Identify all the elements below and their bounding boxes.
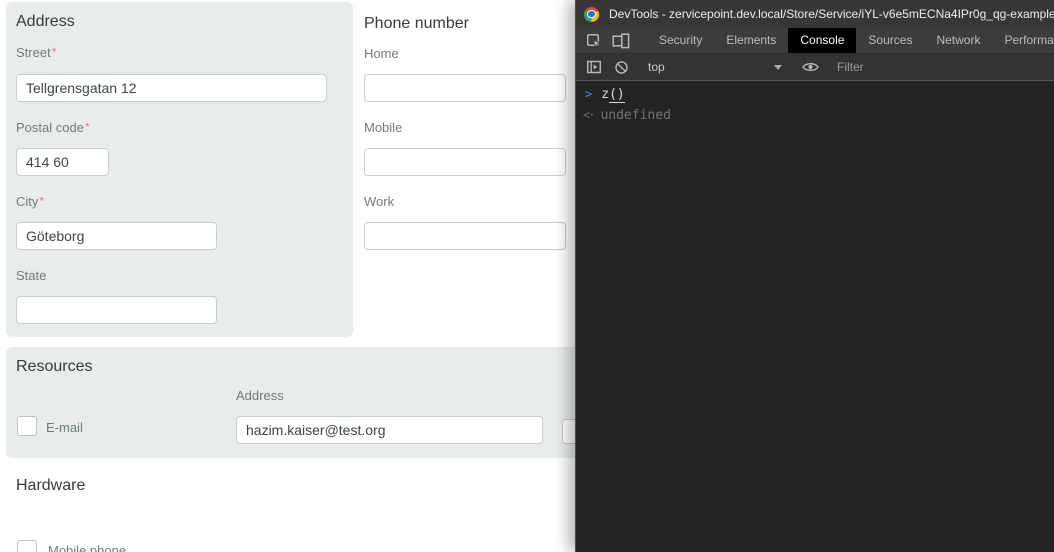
tab-network[interactable]: Network: [924, 28, 992, 53]
resources-section: Resources Address E-mail: [6, 347, 666, 458]
devtools-window: DevTools - zervicepoint.dev.local/Store/…: [575, 0, 1054, 552]
console-typed-expression[interactable]: z(): [601, 87, 624, 102]
eye-icon[interactable]: [802, 61, 819, 73]
street-label: Street*: [16, 45, 56, 60]
devtools-window-title: DevTools - zervicepoint.dev.local/Store/…: [609, 7, 1054, 21]
work-phone-label: Work: [364, 194, 394, 209]
address-section-title: Address: [16, 13, 75, 31]
clear-console-icon[interactable]: [614, 60, 629, 75]
resources-section-title: Resources: [16, 358, 92, 376]
mobile-phone-checkbox[interactable]: [17, 540, 37, 552]
home-phone-input[interactable]: [364, 74, 566, 102]
postal-code-input[interactable]: [16, 148, 109, 176]
tab-security[interactable]: Security: [647, 28, 714, 53]
resources-address-column-label: Address: [236, 388, 284, 403]
tab-performance[interactable]: Performance: [992, 28, 1054, 53]
required-asterisk: *: [52, 45, 57, 59]
phone-number-section: Phone number Home Mobile Work: [364, 0, 566, 340]
street-input[interactable]: [16, 74, 327, 102]
javascript-context-select[interactable]: top: [648, 60, 782, 74]
device-toolbar-icon[interactable]: [612, 33, 630, 49]
state-input[interactable]: [16, 296, 217, 324]
return-value-icon: <·: [583, 108, 593, 122]
console-toolbar: top: [576, 54, 1054, 81]
console-filter-input[interactable]: [837, 60, 957, 74]
tab-sources[interactable]: Sources: [856, 28, 924, 53]
tab-elements[interactable]: Elements: [714, 28, 788, 53]
tab-console[interactable]: Console: [788, 28, 856, 53]
work-phone-input[interactable]: [364, 222, 566, 250]
city-label: City*: [16, 194, 44, 209]
mobile-phone-label: Mobile: [364, 120, 402, 135]
city-input[interactable]: [16, 222, 217, 250]
devtools-titlebar[interactable]: DevTools - zervicepoint.dev.local/Store/…: [576, 0, 1054, 28]
email-address-input[interactable]: [236, 416, 543, 444]
address-section: Address Street* Postal code* City* State: [6, 2, 353, 337]
console-output: > z() <· undefined: [576, 81, 1054, 126]
required-asterisk: *: [85, 120, 90, 134]
console-result-row: <· undefined: [576, 105, 1054, 126]
state-label: State: [16, 268, 46, 283]
email-checkbox-label: E-mail: [46, 420, 83, 435]
mobile-phone-checkbox-label: Mobile phone: [48, 543, 126, 552]
phone-section-title: Phone number: [364, 15, 469, 33]
screen: Address Street* Postal code* City* State…: [0, 0, 1054, 552]
context-value: top: [648, 60, 665, 74]
inspect-icon[interactable]: [586, 33, 602, 49]
console-result-value: undefined: [600, 108, 670, 123]
console-input-row[interactable]: > z(): [576, 81, 1054, 105]
hardware-section-title: Hardware: [16, 477, 85, 495]
email-checkbox[interactable]: [17, 416, 37, 436]
chevron-down-icon: [774, 65, 782, 70]
console-prompt-icon: >: [585, 87, 592, 101]
postal-code-label: Postal code*: [16, 120, 90, 135]
mobile-phone-input[interactable]: [364, 148, 566, 176]
home-phone-label: Home: [364, 46, 399, 61]
chrome-icon: [584, 7, 599, 22]
required-asterisk: *: [39, 194, 44, 208]
show-sidebar-icon[interactable]: [586, 59, 602, 75]
devtools-tabbar: Security Elements Console Sources Networ…: [576, 28, 1054, 54]
